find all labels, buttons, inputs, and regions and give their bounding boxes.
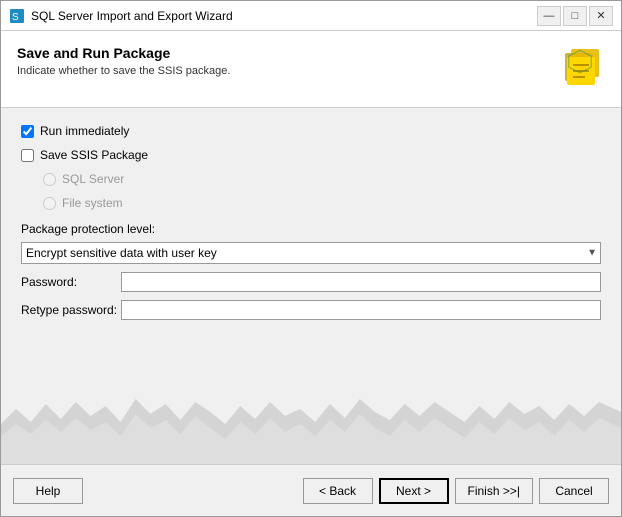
save-ssis-checkbox[interactable] — [21, 149, 34, 162]
wizard-window: S SQL Server Import and Export Wizard — … — [0, 0, 622, 517]
svg-text:S: S — [12, 12, 19, 23]
app-icon: S — [9, 8, 25, 24]
back-button[interactable]: < Back — [303, 478, 373, 504]
protection-level-group: Package protection level: Encrypt sensit… — [21, 222, 601, 264]
retype-password-row: Retype password: — [21, 300, 601, 320]
protection-dropdown-wrapper: Encrypt sensitive data with user key Do … — [21, 242, 601, 264]
header-text-block: Save and Run Package Indicate whether to… — [17, 45, 557, 77]
run-immediately-label[interactable]: Run immediately — [40, 124, 129, 138]
run-immediately-checkbox[interactable] — [21, 125, 34, 138]
password-label: Password: — [21, 275, 121, 289]
footer-left: Help — [13, 478, 303, 504]
footer: Help < Back Next > Finish >>| Cancel — [1, 464, 621, 516]
title-bar: S SQL Server Import and Export Wizard — … — [1, 1, 621, 31]
retype-password-input[interactable] — [121, 300, 601, 320]
jagged-svg — [1, 384, 621, 464]
password-row: Password: — [21, 272, 601, 292]
protection-level-dropdown[interactable]: Encrypt sensitive data with user key Do … — [21, 242, 601, 264]
file-system-radio-row: File system — [43, 196, 601, 210]
close-button[interactable]: ✕ — [589, 6, 613, 26]
finish-button[interactable]: Finish >>| — [455, 478, 533, 504]
sql-server-radio-row: SQL Server — [43, 172, 601, 186]
file-system-radio[interactable] — [43, 197, 56, 210]
retype-password-label: Retype password: — [21, 303, 121, 317]
header-title: Save and Run Package — [17, 45, 557, 61]
save-ssis-row: Save SSIS Package — [21, 148, 601, 162]
header-icon — [557, 45, 605, 93]
title-bar-text: SQL Server Import and Export Wizard — [31, 9, 537, 23]
footer-right: < Back Next > Finish >>| Cancel — [303, 478, 609, 504]
next-button[interactable]: Next > — [379, 478, 449, 504]
maximize-button[interactable]: □ — [563, 6, 587, 26]
password-input[interactable] — [121, 272, 601, 292]
save-ssis-label[interactable]: Save SSIS Package — [40, 148, 148, 162]
run-immediately-row: Run immediately — [21, 124, 601, 138]
sql-server-label[interactable]: SQL Server — [62, 172, 124, 186]
minimize-button[interactable]: — — [537, 6, 561, 26]
content-area: Run immediately Save SSIS Package SQL Se… — [1, 108, 621, 384]
header-subtitle: Indicate whether to save the SSIS packag… — [17, 65, 557, 77]
file-system-label[interactable]: File system — [62, 196, 123, 210]
protection-level-label: Package protection level: — [21, 222, 601, 236]
cancel-button[interactable]: Cancel — [539, 478, 609, 504]
sql-server-radio[interactable] — [43, 173, 56, 186]
help-button[interactable]: Help — [13, 478, 83, 504]
header-area: Save and Run Package Indicate whether to… — [1, 31, 621, 108]
window-controls: — □ ✕ — [537, 6, 613, 26]
jagged-decoration — [1, 384, 621, 464]
